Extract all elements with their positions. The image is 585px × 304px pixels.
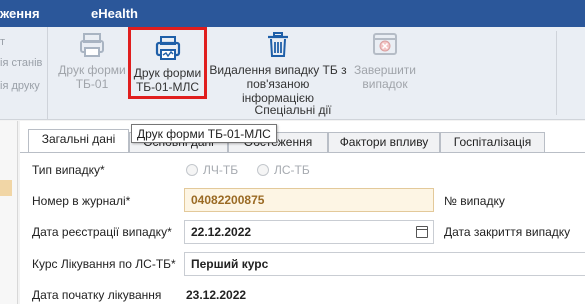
tooltip: Друк форми ТБ-01-МЛС [131, 124, 277, 143]
radio-lch-tb[interactable] [186, 164, 198, 176]
close-case-button[interactable]: Завершити випадок [352, 31, 418, 101]
radio-ls-tb[interactable] [257, 164, 269, 176]
print-tb01-button[interactable]: Друк форми ТБ-01 [56, 31, 128, 101]
ribbon-left-group: т ія станів ія друку [0, 27, 48, 120]
menu-item-partial[interactable]: ження [0, 6, 40, 21]
tab-bar: Загальні дані Основні дані Обстеження Фа… [20, 129, 585, 153]
printer-icon [155, 36, 180, 60]
treatment-course-select[interactable]: Перший курс [184, 252, 585, 276]
left-panel [0, 121, 18, 304]
menu-bar: ження eHealth [0, 0, 585, 27]
treatment-course-label: Курс Лікування по ЛС-ТБ* [32, 257, 176, 271]
close-window-icon [373, 33, 397, 55]
case-number-label: № випадку [444, 194, 505, 208]
ribbon-group-separator [556, 31, 557, 115]
ribbon-left-item-1[interactable]: т [0, 36, 5, 48]
tab-impact-factors[interactable]: Фактори впливу [328, 132, 440, 152]
tab-underline [20, 152, 585, 153]
radio-ls-tb-label: ЛС-ТБ [274, 163, 310, 177]
print-tb01-mls-button[interactable]: Друк форми ТБ-01-МЛС [128, 27, 207, 99]
registration-date-label: Дата реєстрації випадку* [32, 225, 172, 239]
registration-date-value: 22.12.2022 [191, 225, 252, 239]
treatment-start-label: Дата початку лікування [32, 288, 162, 302]
registration-date-field[interactable]: 22.12.2022 [184, 220, 434, 244]
tab-general[interactable]: Загальні дані [28, 129, 129, 153]
menu-item-ehealth[interactable]: eHealth [91, 6, 138, 21]
tab-hospitalization[interactable]: Госпіталізація [440, 132, 545, 152]
printer-icon [80, 33, 104, 57]
calendar-icon[interactable] [416, 226, 428, 238]
case-form: Загальні дані Основні дані Обстеження Фа… [20, 121, 585, 304]
ribbon-left-item-3[interactable]: ія друку [0, 80, 40, 92]
treatment-start-value: 23.12.2022 [186, 288, 247, 302]
radio-lch-tb-label: ЛЧ-ТБ [203, 163, 239, 177]
delete-tb-case-button[interactable]: Видалення випадку ТБ з пов'язаною інформ… [209, 31, 347, 105]
ribbon-left-item-2[interactable]: ія станів [0, 57, 42, 69]
closing-date-label: Дата закриття випадку [444, 225, 571, 239]
case-type-label: Тип випадку* [32, 163, 105, 177]
trash-icon [268, 32, 288, 57]
ribbon: т ія станів ія друку Друк форми ТБ-01 Др… [0, 27, 585, 120]
journal-number-label: Номер в журналі* [32, 194, 131, 208]
left-panel-marker [0, 180, 12, 196]
ribbon-group-label: Спеціальні дії [254, 103, 332, 117]
journal-number-field[interactable]: 04082200875 [184, 188, 434, 212]
